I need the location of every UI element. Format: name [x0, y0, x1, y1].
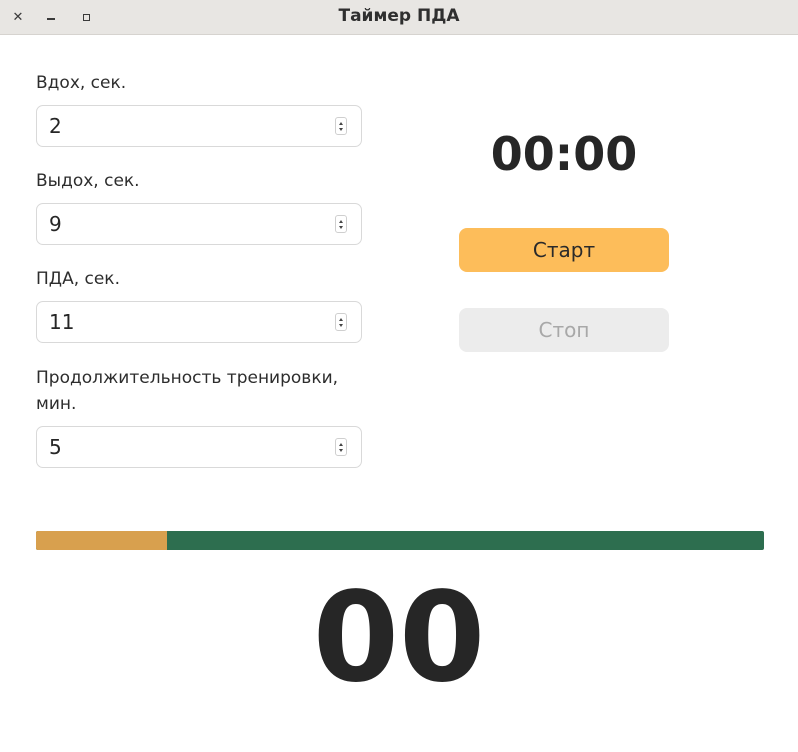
pda-stepper-arrows[interactable]: [335, 313, 347, 331]
exhale-label: Выдох, сек.: [36, 171, 140, 191]
duration-label-line1: Продолжительность тренировки,: [36, 368, 339, 388]
phase-progress-bar: [36, 531, 764, 550]
start-button[interactable]: Старт: [459, 228, 669, 272]
duration-stepper-arrows[interactable]: [335, 438, 347, 456]
decrement-icon[interactable]: [339, 448, 343, 452]
increment-icon[interactable]: [339, 121, 343, 125]
exhale-stepper-arrows[interactable]: [335, 215, 347, 233]
decrement-icon[interactable]: [339, 225, 343, 229]
elapsed-clock: 00:00: [490, 127, 638, 181]
increment-icon[interactable]: [339, 442, 343, 446]
stop-button: Стоп: [459, 308, 669, 352]
decrement-icon[interactable]: [339, 323, 343, 327]
increment-icon[interactable]: [339, 219, 343, 223]
duration-spinbox[interactable]: 5: [36, 426, 362, 468]
window-title: Таймер ПДА: [338, 6, 460, 26]
inhale-label: Вдох, сек.: [36, 73, 127, 93]
inhale-value[interactable]: 2: [49, 106, 62, 146]
pda-label: ПДА, сек.: [36, 269, 120, 289]
exhale-value[interactable]: 9: [49, 204, 62, 244]
pda-value[interactable]: 11: [49, 302, 74, 342]
inhale-spinbox[interactable]: 2: [36, 105, 362, 147]
duration-label-line2: мин.: [36, 394, 77, 414]
duration-value[interactable]: 5: [49, 427, 62, 467]
title-bar: ✕ Таймер ПДА: [0, 0, 798, 35]
phase-countdown: 00: [312, 566, 486, 710]
inhale-stepper-arrows[interactable]: [335, 117, 347, 135]
exhale-spinbox[interactable]: 9: [36, 203, 362, 245]
increment-icon[interactable]: [339, 317, 343, 321]
phase-progress-fill: [36, 531, 168, 550]
decrement-icon[interactable]: [339, 127, 343, 131]
pda-spinbox[interactable]: 11: [36, 301, 362, 343]
